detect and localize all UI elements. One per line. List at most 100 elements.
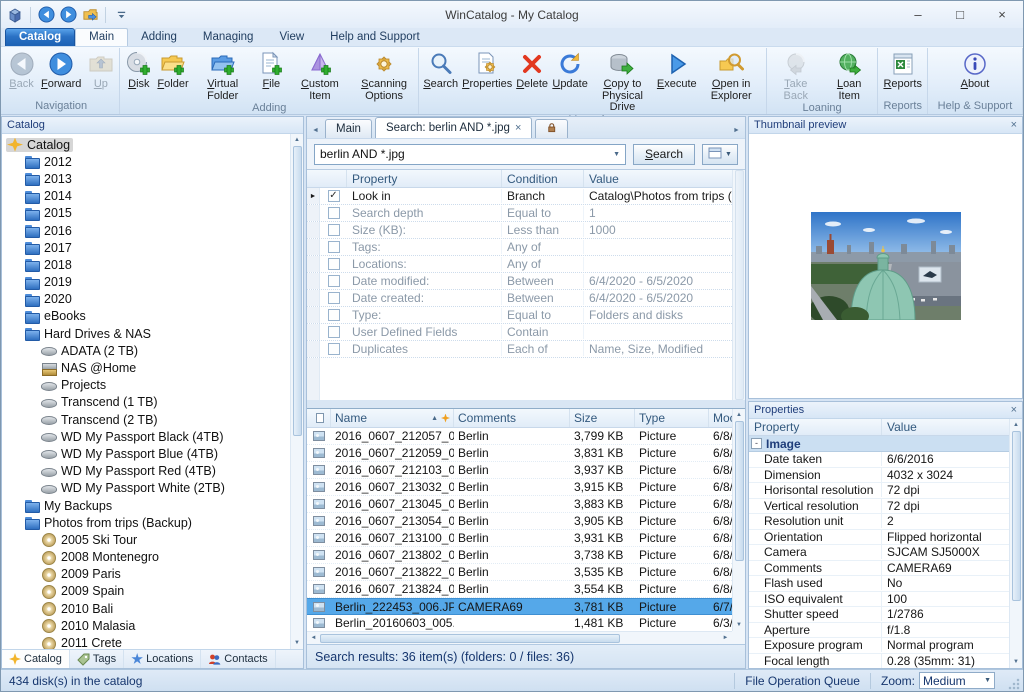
scrollbar-thumb[interactable] xyxy=(735,421,744,561)
scroll-right-icon[interactable]: ► xyxy=(719,635,732,641)
scroll-down-icon[interactable]: ▼ xyxy=(294,637,300,649)
checkbox[interactable] xyxy=(328,275,340,287)
delete-button[interactable]: Delete xyxy=(514,48,550,91)
property-row[interactable]: Date taken6/6/2016 xyxy=(749,452,1009,468)
results-horizontal-scrollbar[interactable]: ◄ ► xyxy=(307,631,732,644)
tree-item[interactable]: 2019 xyxy=(2,274,290,291)
tree-item[interactable]: 2009 Paris xyxy=(2,566,290,583)
doc-tab-search[interactable]: Search: berlin AND *.jpg× xyxy=(375,117,532,138)
table-row[interactable]: 2016_0607_213045_00...Berlin3,883 KBPict… xyxy=(307,496,732,513)
tree-item-catalog[interactable]: Catalog xyxy=(2,136,290,153)
qat-back-icon[interactable] xyxy=(37,6,55,24)
tree-item[interactable]: 2010 Malasia xyxy=(2,617,290,634)
scroll-down-icon[interactable]: ▼ xyxy=(736,619,742,631)
loan-item-button[interactable]: Loan Item xyxy=(823,48,876,102)
qat-forward-icon[interactable] xyxy=(59,6,77,24)
criteria-row[interactable]: User Defined FieldsContain xyxy=(307,324,732,341)
table-row[interactable]: 2016_0607_212059_00...Berlin3,831 KBPict… xyxy=(307,445,732,462)
column-modified[interactable]: Moc xyxy=(709,409,732,427)
maximize-button[interactable]: □ xyxy=(939,1,981,28)
properties-scrollbar[interactable]: ▲ ▼ xyxy=(1009,419,1022,668)
criteria-row[interactable]: DuplicatesEach ofName, Size, Modified xyxy=(307,341,732,358)
tree-item[interactable]: 2009 Spain xyxy=(2,583,290,600)
tree-item[interactable]: 2011 Crete xyxy=(2,634,290,649)
tab-tags[interactable]: Tags xyxy=(70,650,124,668)
checkbox[interactable] xyxy=(328,309,340,321)
scroll-down-icon[interactable]: ▼ xyxy=(1013,656,1019,668)
catalog-app-button[interactable]: Catalog xyxy=(5,28,75,46)
close-button[interactable]: × xyxy=(981,1,1023,28)
tree-item[interactable]: 2017 xyxy=(2,239,290,256)
table-row[interactable]: 2016_0607_213802_00...Berlin3,738 KBPict… xyxy=(307,547,732,564)
property-row[interactable]: Aperturef/1.8 xyxy=(749,623,1009,639)
property-row[interactable]: Dimension4032 x 3024 xyxy=(749,468,1009,484)
tree-scrollbar[interactable]: ▲ ▼ xyxy=(290,134,303,649)
open-in-explorer-button[interactable]: Open in Explorer xyxy=(699,48,764,102)
close-icon[interactable]: × xyxy=(1011,405,1017,416)
criteria-row[interactable]: Search depthEqual to1 xyxy=(307,205,732,222)
search-button[interactable]: Search xyxy=(421,48,460,91)
reports-button[interactable]: Reports xyxy=(880,48,925,91)
qat-customize-icon[interactable] xyxy=(112,6,130,24)
scanning-options-button[interactable]: Scanning Options xyxy=(352,48,416,102)
tree-item[interactable]: eBooks xyxy=(2,308,290,325)
tab-main[interactable]: Main xyxy=(75,28,128,46)
thumbnail-preview[interactable] xyxy=(749,134,1022,398)
tree-item[interactable]: Hard Drives & NAS xyxy=(2,325,290,342)
property-row[interactable]: Horisontal resolution72 dpi xyxy=(749,483,1009,499)
folder-button[interactable]: Folder xyxy=(155,48,190,91)
collapse-icon[interactable]: - xyxy=(751,438,762,449)
tree-item[interactable]: 2005 Ski Tour xyxy=(2,531,290,548)
zoom-select[interactable]: Medium▼ xyxy=(919,672,995,689)
property-row[interactable]: OrientationFlipped horizontal xyxy=(749,530,1009,546)
checkbox[interactable] xyxy=(328,224,340,236)
app-icon[interactable] xyxy=(6,6,24,24)
tree-item[interactable]: 2014 xyxy=(2,188,290,205)
doc-tab-locked[interactable] xyxy=(535,119,568,138)
criteria-row[interactable]: Locations:Any of xyxy=(307,256,732,273)
tree-item[interactable]: 2016 xyxy=(2,222,290,239)
tree-item[interactable]: WD My Passport Blue (4TB) xyxy=(2,445,290,462)
checkbox[interactable] xyxy=(328,258,340,270)
file-button[interactable]: File xyxy=(255,48,288,91)
property-row[interactable]: CommentsCAMERA69 xyxy=(749,561,1009,577)
checkbox[interactable] xyxy=(328,292,340,304)
table-row[interactable]: 2016_0607_213054_00...Berlin3,905 KBPict… xyxy=(307,513,732,530)
property-row[interactable]: Exposure programNormal program xyxy=(749,638,1009,654)
column-name[interactable]: Name▲ xyxy=(331,409,454,427)
minimize-button[interactable]: – xyxy=(897,1,939,28)
table-row[interactable]: 2016_0607_213032_00...Berlin3,915 KBPict… xyxy=(307,479,732,496)
file-operation-queue-button[interactable]: File Operation Queue xyxy=(737,674,868,688)
up-button[interactable]: Up xyxy=(84,48,117,91)
doc-tab-main[interactable]: Main xyxy=(325,119,372,138)
tab-contacts[interactable]: Contacts xyxy=(201,650,275,668)
tree-item[interactable]: NAS @Home xyxy=(2,359,290,376)
tree-item[interactable]: 2013 xyxy=(2,170,290,187)
criteria-row[interactable]: ►✓Look inBranchCatalog\Photos from trips… xyxy=(307,188,732,205)
tab-help-and-support[interactable]: Help and Support xyxy=(317,29,433,46)
view-options-split-button[interactable]: ▼ xyxy=(702,144,738,165)
property-row[interactable]: ISO equivalent100 xyxy=(749,592,1009,608)
tree-item[interactable]: 2012 xyxy=(2,153,290,170)
properties-button[interactable]: Properties xyxy=(460,48,514,91)
about-button[interactable]: About xyxy=(958,48,993,91)
tab-view[interactable]: View xyxy=(266,29,317,46)
table-row[interactable]: 2016_0607_212103_00...Berlin3,937 KBPict… xyxy=(307,462,732,479)
checkbox[interactable]: ✓ xyxy=(328,190,340,202)
column-type[interactable]: Type xyxy=(635,409,709,427)
tree-item[interactable]: Photos from trips (Backup) xyxy=(2,514,290,531)
criteria-row[interactable]: Tags:Any of xyxy=(307,239,732,256)
tab-managing[interactable]: Managing xyxy=(190,29,267,46)
search-input[interactable]: berlin AND *.jpg xyxy=(320,147,610,161)
tab-locations[interactable]: Locations xyxy=(124,650,201,668)
table-row[interactable]: 2016_0607_213824_00...Berlin3,554 KBPict… xyxy=(307,581,732,598)
scroll-up-icon[interactable]: ▲ xyxy=(1013,419,1019,431)
take-back-button[interactable]: Take Back xyxy=(769,48,823,102)
tree-item[interactable]: 2008 Montenegro xyxy=(2,549,290,566)
table-row[interactable]: 2016_0607_213822_00...Berlin3,535 KBPict… xyxy=(307,564,732,581)
property-row[interactable]: Shutter speed1/2786 xyxy=(749,607,1009,623)
chevron-down-icon[interactable]: ▼ xyxy=(610,151,623,158)
close-icon[interactable]: × xyxy=(1011,120,1017,131)
column-value[interactable]: Value xyxy=(882,419,1009,435)
chevron-down-icon[interactable]: ▼ xyxy=(725,151,732,158)
